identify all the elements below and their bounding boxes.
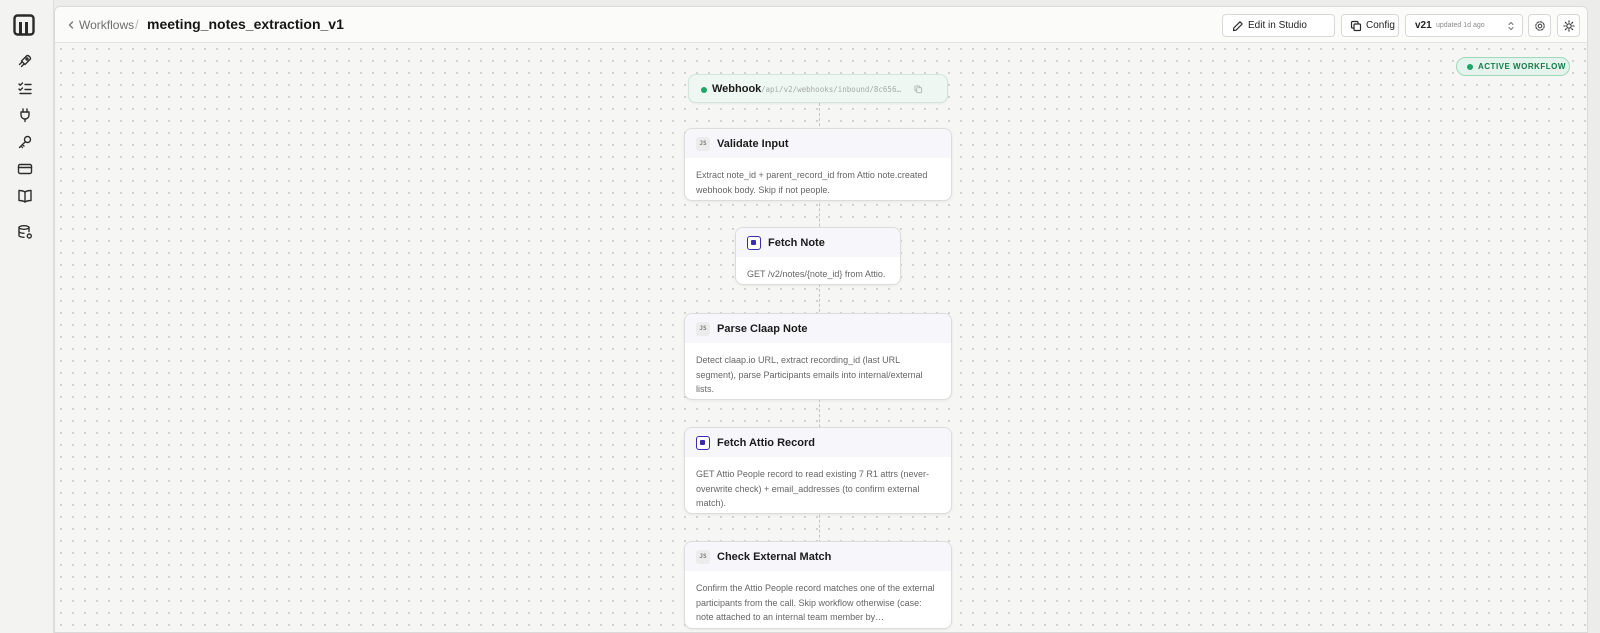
edit-in-studio-label: Edit in Studio	[1248, 20, 1307, 31]
attio-icon	[696, 436, 710, 450]
js-icon: JS	[696, 137, 710, 151]
status-badge: ACTIVE WORKFLOW	[1456, 57, 1570, 76]
node-title: Validate Input	[717, 138, 789, 150]
workflow-node-fetch-note[interactable]: Fetch Note GET /v2/notes/{note_id} from …	[735, 227, 901, 285]
copy-icon	[1350, 20, 1362, 32]
plug-icon[interactable]	[17, 107, 33, 123]
book-icon[interactable]	[17, 188, 33, 204]
database-icon[interactable]	[17, 224, 33, 240]
node-title: Check External Match	[717, 551, 832, 563]
app-root: Workflows / meeting_notes_extraction_v1 …	[0, 0, 1600, 633]
node-description: GET Attio People record to read existing…	[696, 469, 929, 508]
webhook-trigger-node[interactable]: Webhook /api/v2/webhooks/inbound/8c656…	[688, 74, 948, 103]
workflow-node-parse-claap-note[interactable]: JS Parse Claap Note Detect claap.io URL,…	[684, 313, 952, 400]
settings-button[interactable]	[1528, 14, 1551, 37]
node-title: Fetch Attio Record	[717, 437, 815, 449]
node-description: Detect claap.io URL, extract recording_i…	[696, 355, 923, 394]
left-rail	[0, 0, 54, 633]
breadcrumb-separator: /	[135, 17, 139, 32]
webhook-label: Webhook	[712, 83, 762, 95]
node-description: Extract note_id + parent_record_id from …	[696, 170, 928, 195]
node-title: Fetch Note	[768, 237, 825, 249]
config-label: Config	[1366, 20, 1395, 31]
version-number: v21	[1415, 20, 1432, 31]
version-updated: updated 1d ago	[1436, 22, 1485, 29]
workflow-node-fetch-attio-record[interactable]: Fetch Attio Record GET Attio People reco…	[684, 427, 952, 514]
top-bar: Workflows / meeting_notes_extraction_v1 …	[55, 7, 1587, 43]
main-panel: Workflows / meeting_notes_extraction_v1 …	[54, 6, 1588, 633]
status-label: ACTIVE WORKFLOW	[1478, 62, 1566, 71]
workflow-node-check-external-match[interactable]: JS Check External Match Confirm the Atti…	[684, 541, 952, 629]
status-dot	[1467, 64, 1473, 70]
node-description: GET /v2/notes/{note_id} from Attio.	[747, 269, 886, 279]
theme-toggle-button[interactable]	[1557, 14, 1580, 37]
breadcrumb-workflows[interactable]: Workflows	[79, 18, 134, 32]
copy-icon[interactable]	[914, 85, 923, 94]
webhook-status-dot	[701, 87, 707, 93]
node-description: Confirm the Attio People record matches …	[696, 583, 935, 622]
chevron-updown-icon	[1508, 21, 1514, 31]
js-icon: JS	[696, 322, 710, 336]
version-select[interactable]: v21 updated 1d ago	[1405, 14, 1523, 37]
edit-in-studio-button[interactable]: Edit in Studio	[1222, 14, 1335, 37]
workflow-canvas[interactable]: ACTIVE WORKFLOW Webhook /api/v2/webhooks…	[55, 43, 1587, 632]
gear-icon	[1535, 21, 1545, 31]
chevron-left-icon[interactable]	[65, 18, 77, 32]
attio-icon	[747, 236, 761, 250]
checklist-icon[interactable]	[17, 80, 33, 96]
workflow-node-validate-input[interactable]: JS Validate Input Extract note_id + pare…	[684, 128, 952, 201]
brand-logo[interactable]	[13, 14, 35, 36]
rocket-icon[interactable]	[17, 53, 33, 69]
config-button[interactable]: Config	[1341, 14, 1399, 37]
key-icon[interactable]	[17, 134, 33, 150]
js-icon: JS	[696, 550, 710, 564]
page-title: meeting_notes_extraction_v1	[147, 16, 344, 32]
node-title: Parse Claap Note	[717, 323, 808, 335]
pencil-icon	[1232, 21, 1243, 32]
sun-icon	[1563, 20, 1575, 32]
card-icon[interactable]	[17, 161, 33, 177]
webhook-path: /api/v2/webhooks/inbound/8c656…	[761, 85, 901, 94]
